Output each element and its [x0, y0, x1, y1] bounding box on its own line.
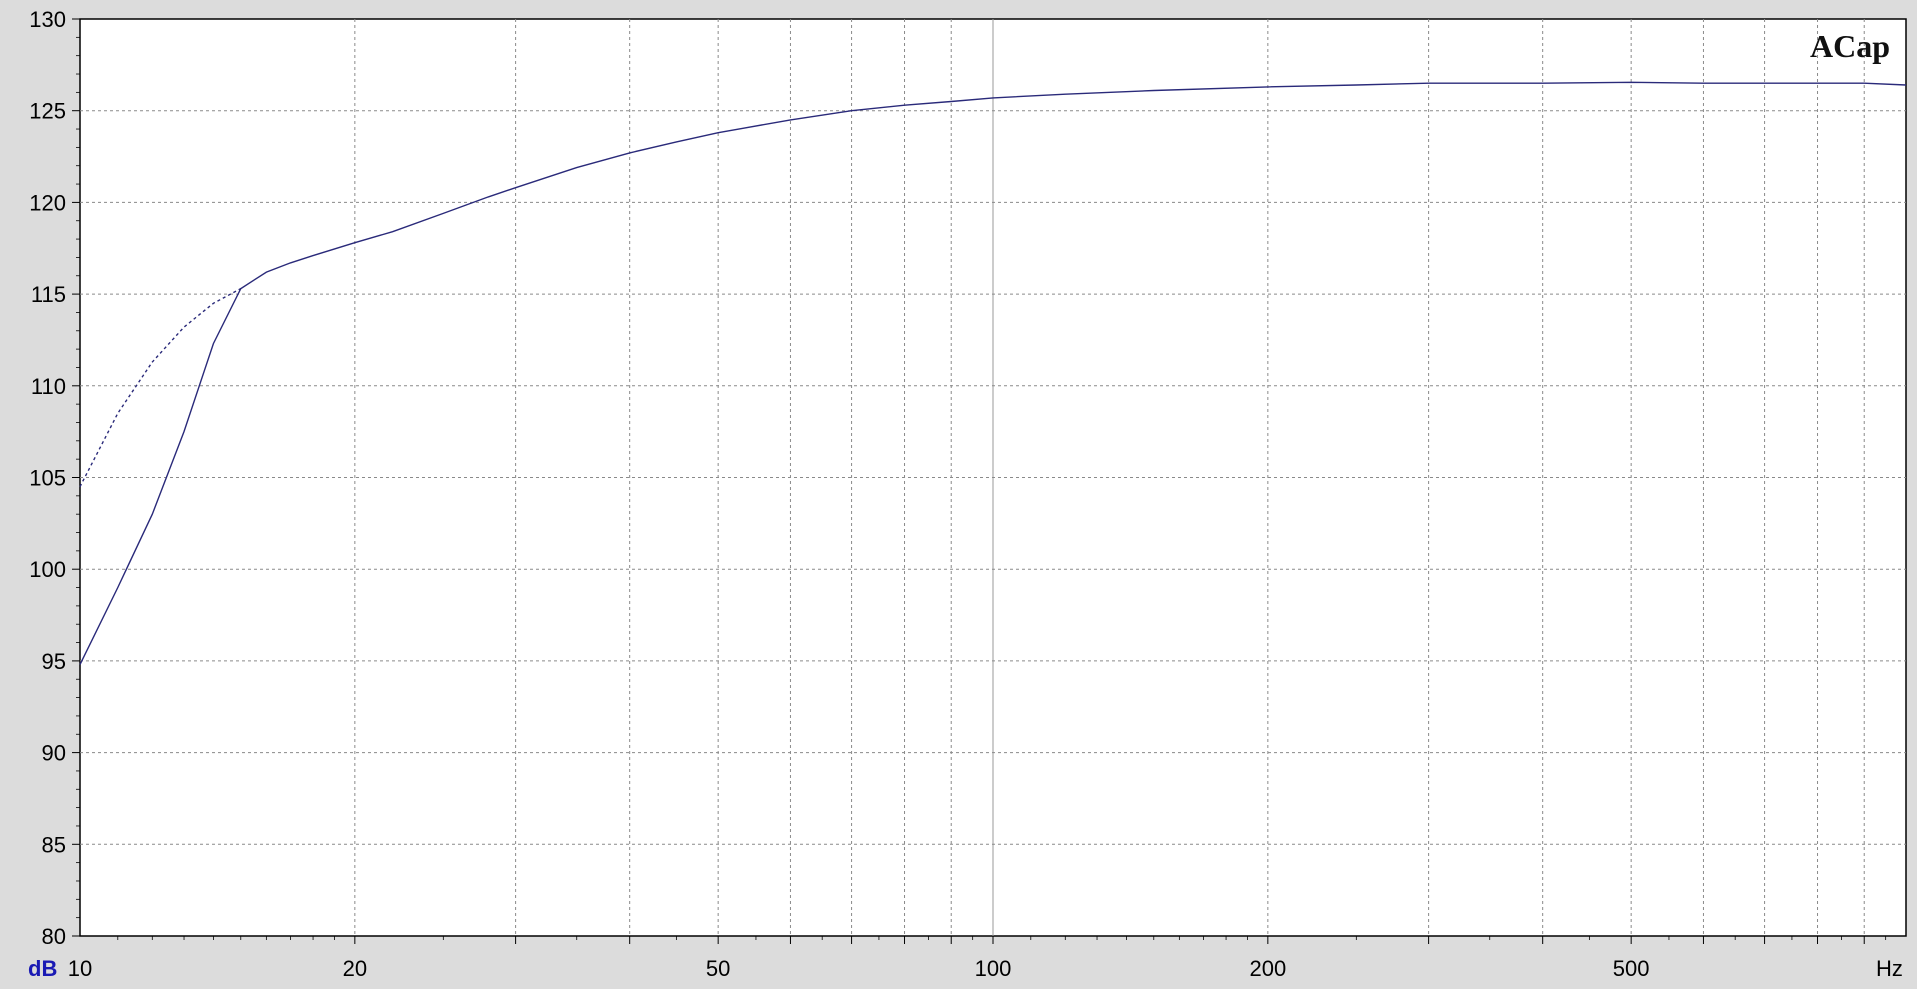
y-tick-label: 90 — [42, 741, 66, 766]
y-tick-label: 95 — [42, 649, 66, 674]
y-tick-label: 110 — [31, 374, 66, 399]
x-tick-label: 10 — [68, 956, 92, 981]
y-tick-label: 120 — [29, 190, 66, 215]
y-tick-label: 85 — [42, 832, 66, 857]
x-tick-label: 200 — [1249, 956, 1286, 981]
y-tick-label: 125 — [29, 99, 66, 124]
y-tick-label: 100 — [29, 557, 66, 582]
x-tick-label: 20 — [343, 956, 367, 981]
x-unit-label: Hz — [1876, 956, 1903, 981]
y-tick-label: 105 — [29, 466, 66, 491]
chart-svg: 130 125 120 115 110 105 100 95 90 85 80 10 20 50 100 2… — [28, 7, 1907, 981]
x-tick-label: 500 — [1613, 956, 1650, 981]
x-tick-labels: 10 20 50 100 200 500 — [68, 956, 1650, 981]
y-tick-label: 80 — [42, 924, 66, 949]
y-tick-label: 130 — [29, 7, 66, 32]
x-tick-label: 100 — [975, 956, 1012, 981]
frequency-response-chart: 130 125 120 115 110 105 100 95 90 85 80 10 20 50 100 2… — [0, 0, 1917, 984]
y-tick-label: 115 — [31, 282, 66, 307]
y-unit-label: dB — [28, 956, 57, 981]
y-tick-labels: 130 125 120 115 110 105 100 95 90 85 80 — [29, 7, 66, 949]
brand-logo: ACap — [1810, 28, 1890, 64]
x-tick-label: 50 — [706, 956, 730, 981]
